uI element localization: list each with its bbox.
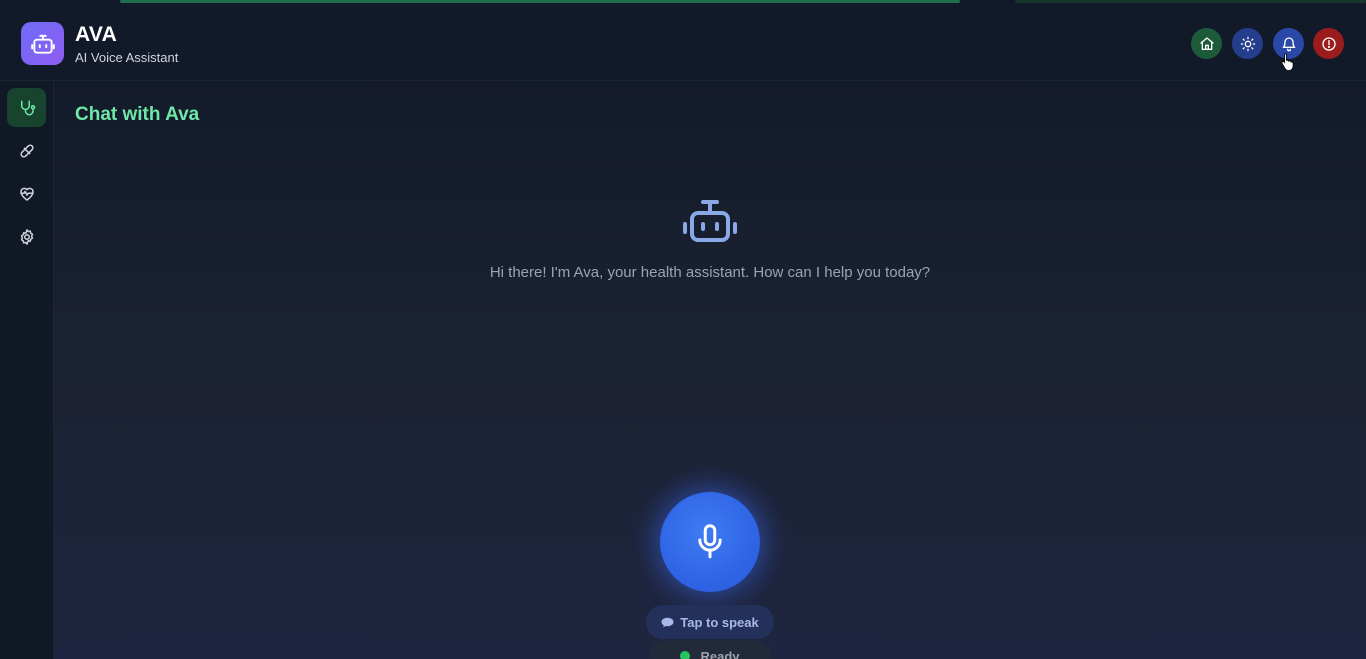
- home-button[interactable]: [1191, 28, 1222, 59]
- status-indicator: Ready: [649, 641, 771, 659]
- power-button[interactable]: [1313, 28, 1344, 59]
- heart-pulse-icon: [19, 187, 34, 201]
- sidebar: [0, 81, 54, 659]
- sidebar-item-chat[interactable]: [7, 88, 46, 127]
- sidebar-item-settings[interactable]: [7, 217, 46, 256]
- app-logo: [21, 22, 64, 65]
- power-alert-icon: [1321, 36, 1336, 51]
- app-subtitle: AI Voice Assistant: [75, 50, 179, 65]
- robot-icon: [30, 34, 55, 54]
- speech-bubble-icon: [661, 617, 674, 627]
- app-window: AVA AI Voice Assistant Chat with Ava Hi …: [0, 0, 1366, 659]
- app-name: AVA: [75, 23, 118, 46]
- tap-to-speak-label: Tap to speak: [680, 614, 759, 630]
- mouse-cursor-icon: [1281, 53, 1294, 70]
- bell-icon: [1282, 36, 1295, 51]
- page-title: Chat with Ava: [75, 104, 200, 125]
- sidebar-item-medications[interactable]: [7, 131, 46, 170]
- sidebar-item-health[interactable]: [7, 174, 46, 213]
- status-label: Ready: [700, 648, 740, 659]
- gear-icon: [20, 228, 33, 245]
- assistant-robot-icon: [683, 200, 737, 242]
- stethoscope-icon: [20, 100, 35, 115]
- sun-icon: [1240, 36, 1255, 51]
- app-header: AVA AI Voice Assistant: [0, 3, 1366, 81]
- microphone-icon: [698, 524, 722, 559]
- pill-icon: [19, 143, 34, 158]
- status-dot: [680, 651, 691, 659]
- assistant-greeting: Hi there! I'm Ava, your health assistant…: [489, 264, 931, 281]
- home-icon: [1199, 36, 1214, 50]
- theme-toggle-button[interactable]: [1232, 28, 1263, 59]
- tap-to-speak-button[interactable]: Tap to speak: [646, 605, 774, 639]
- microphone-button[interactable]: [660, 492, 760, 592]
